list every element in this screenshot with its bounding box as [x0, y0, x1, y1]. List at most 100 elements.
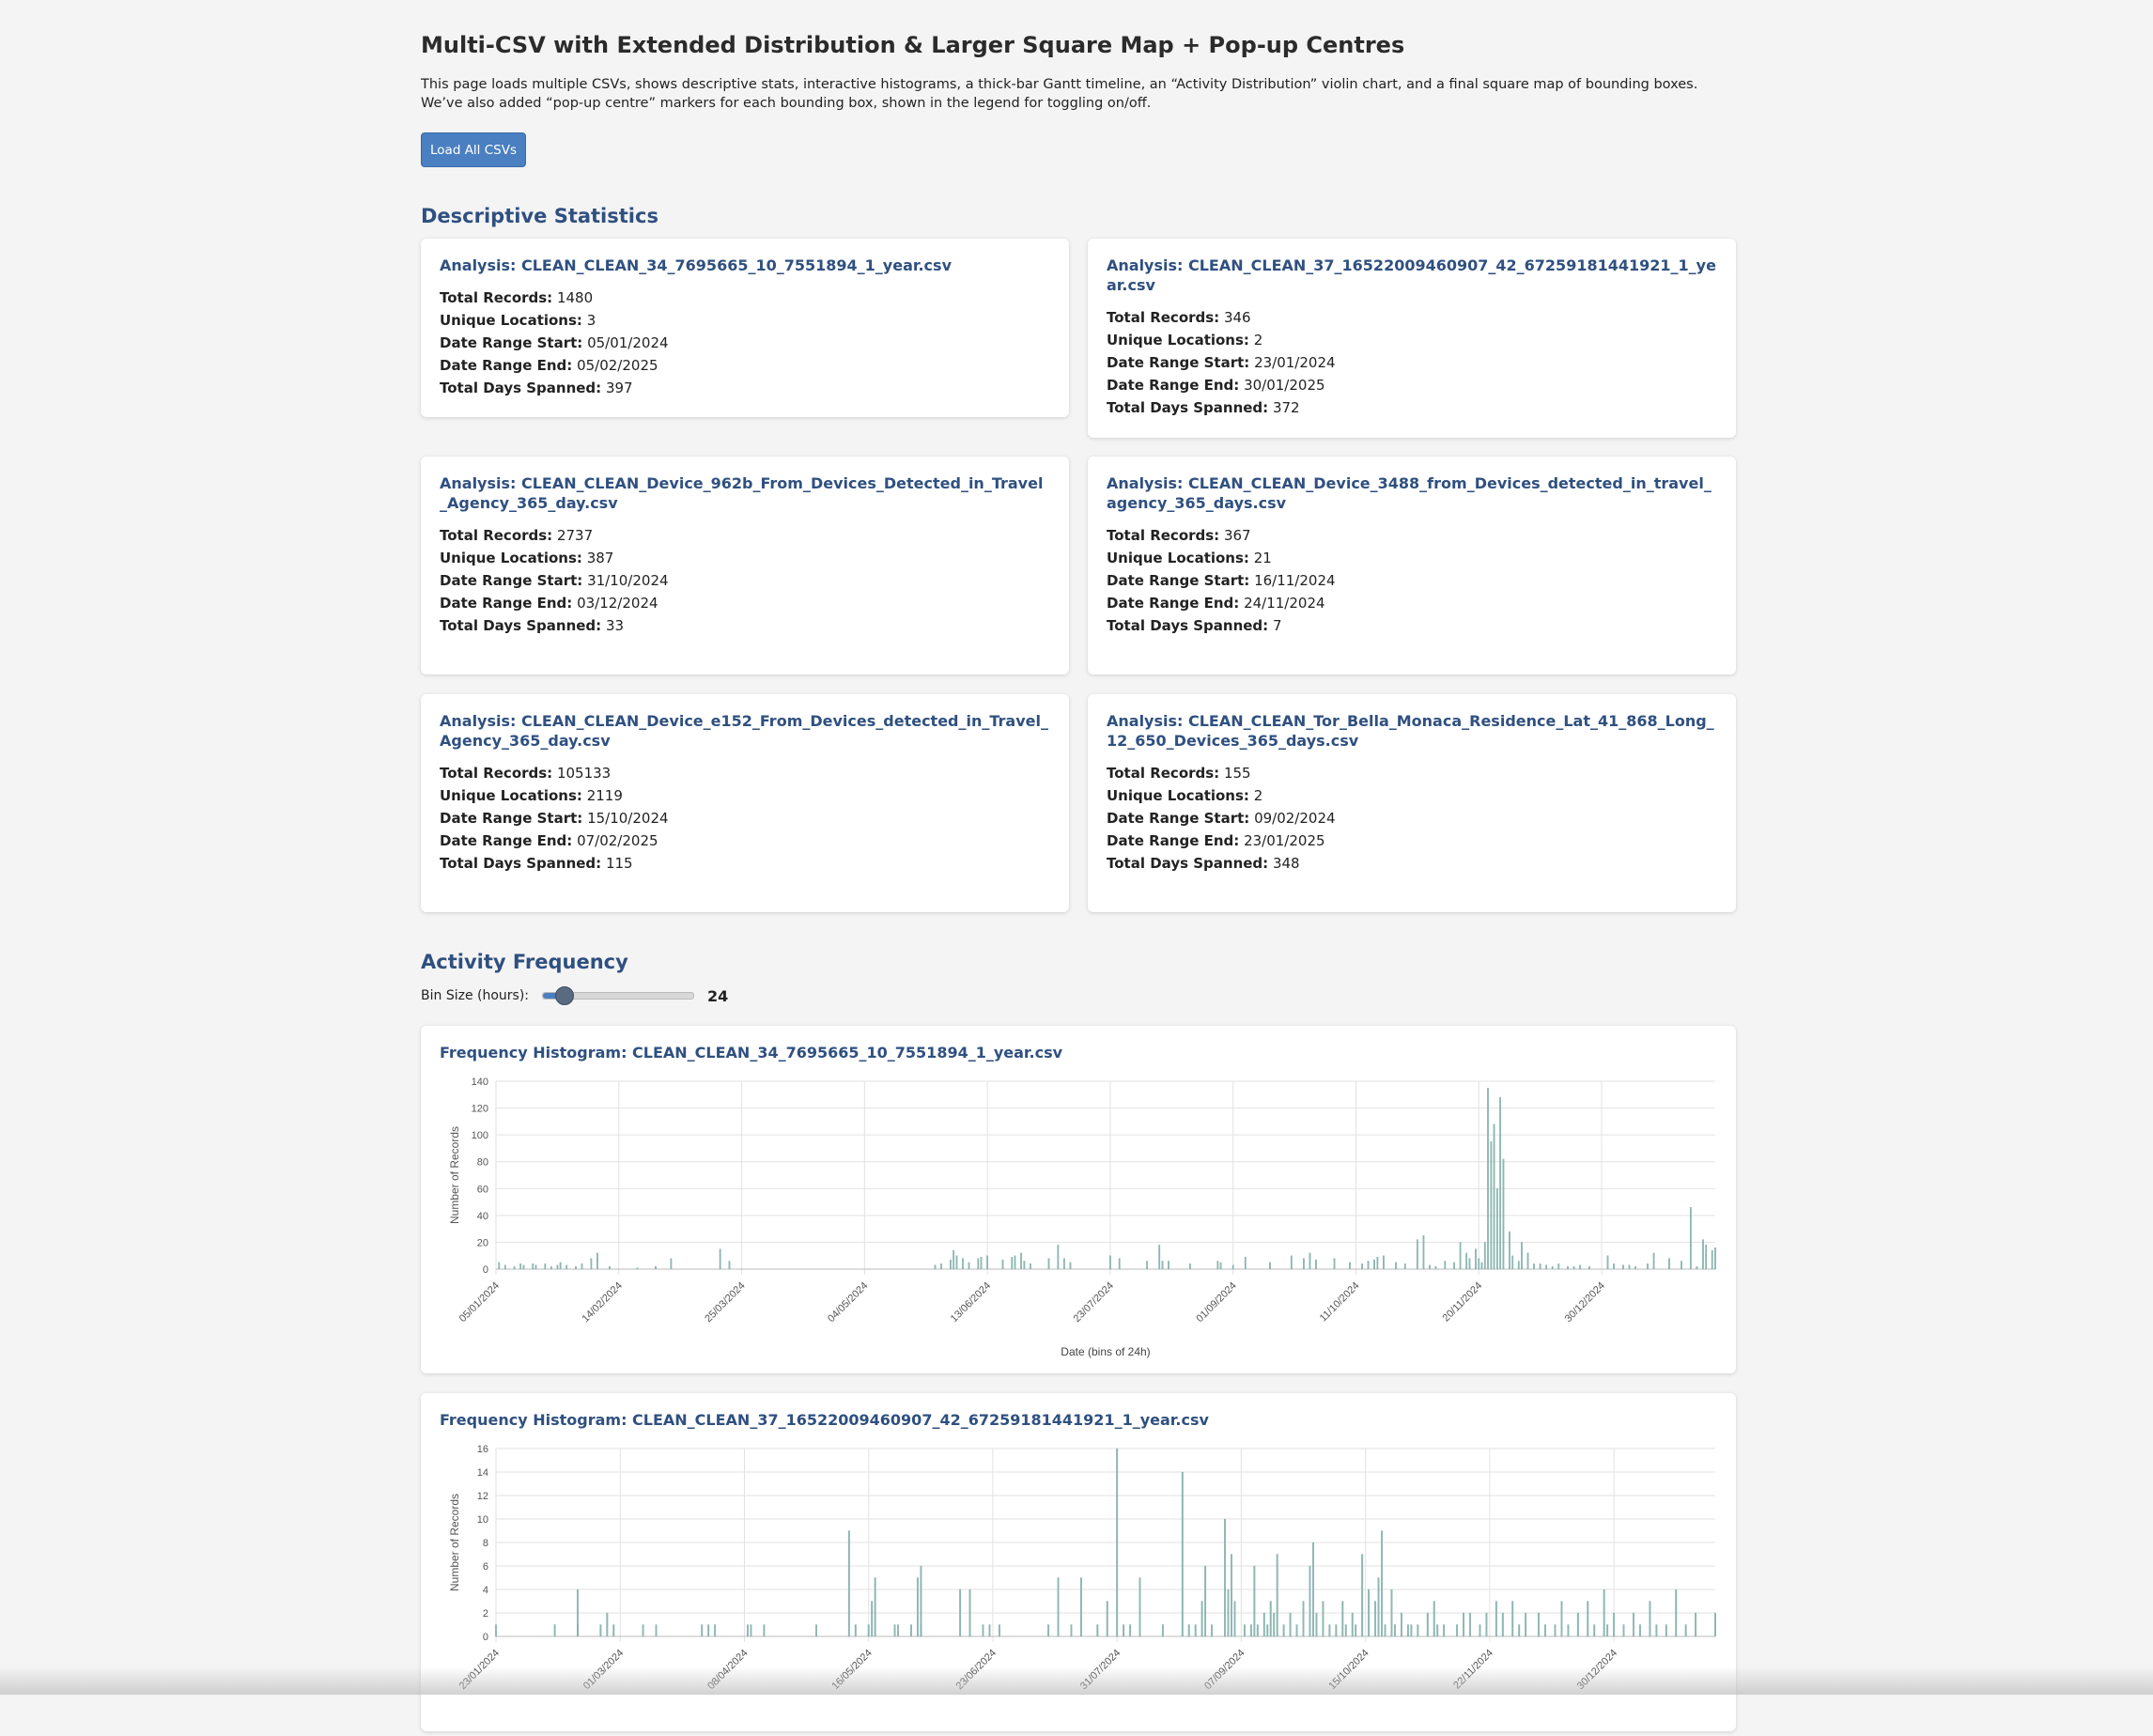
histogram-bar[interactable] — [750, 1624, 752, 1637]
histogram-bar[interactable] — [1020, 1252, 1022, 1270]
histogram-bar[interactable] — [1368, 1589, 1371, 1637]
histogram-bar[interactable] — [968, 1262, 970, 1270]
histogram-bar[interactable] — [1069, 1262, 1072, 1270]
histogram-bar[interactable] — [1502, 1158, 1505, 1270]
histogram-bar[interactable] — [897, 1624, 899, 1637]
histogram-bar[interactable] — [1444, 1261, 1447, 1270]
histogram-bar[interactable] — [1490, 1141, 1493, 1270]
slider-thumb[interactable] — [555, 986, 575, 1005]
histogram-bar[interactable] — [1322, 1601, 1324, 1637]
histogram-bar[interactable] — [1109, 1255, 1111, 1270]
histogram-bar[interactable] — [1479, 1624, 1481, 1637]
histogram-bar[interactable] — [847, 1530, 850, 1637]
histogram-bar[interactable] — [1426, 1612, 1429, 1637]
histogram-bar[interactable] — [1351, 1612, 1354, 1637]
histogram-bar[interactable] — [495, 1624, 497, 1637]
bin-size-slider[interactable] — [542, 986, 695, 1005]
histogram-bar[interactable] — [1266, 1624, 1269, 1637]
histogram-bar[interactable] — [1495, 1601, 1497, 1637]
histogram-bar[interactable] — [1655, 1624, 1658, 1637]
histogram-bar[interactable] — [1269, 1262, 1271, 1270]
histogram-bar[interactable] — [1187, 1624, 1190, 1637]
histogram-bar[interactable] — [1417, 1624, 1419, 1637]
histogram-bar[interactable] — [1714, 1612, 1716, 1637]
histogram-bar[interactable] — [1158, 1245, 1161, 1270]
histogram-bar[interactable] — [596, 1252, 598, 1270]
histogram-bar[interactable] — [1057, 1577, 1060, 1637]
histogram-bar[interactable] — [1463, 1612, 1464, 1637]
histogram-bar[interactable] — [1433, 1601, 1435, 1637]
histogram-bar[interactable] — [728, 1261, 731, 1270]
histogram-bar[interactable] — [636, 1267, 639, 1270]
histogram-bar[interactable] — [1551, 1265, 1554, 1270]
histogram-bar[interactable] — [553, 1624, 556, 1637]
histogram-bar[interactable] — [1465, 1252, 1468, 1270]
histogram-bar[interactable] — [1216, 1261, 1219, 1270]
histogram-bar[interactable] — [1181, 1471, 1184, 1637]
histogram-bar[interactable] — [1652, 1252, 1655, 1270]
histogram-bar[interactable] — [1606, 1255, 1609, 1270]
histogram-bar[interactable] — [1243, 1624, 1246, 1637]
histogram-bar[interactable] — [1511, 1255, 1514, 1270]
histogram-bar[interactable] — [1023, 1261, 1026, 1270]
histogram-bar[interactable] — [1593, 1624, 1596, 1637]
histogram-bar[interactable] — [1282, 1624, 1285, 1637]
histogram-bar[interactable] — [581, 1263, 583, 1270]
histogram-bar[interactable] — [1367, 1261, 1370, 1270]
histogram-bar[interactable] — [1194, 1624, 1197, 1637]
histogram-bar[interactable] — [1606, 1624, 1609, 1637]
histogram-bar[interactable] — [498, 1262, 501, 1270]
histogram-bar[interactable] — [893, 1624, 896, 1637]
histogram-bar[interactable] — [1695, 1612, 1697, 1637]
histogram-bar[interactable] — [714, 1624, 717, 1637]
histogram-bar[interactable] — [532, 1263, 534, 1270]
histogram-bar[interactable] — [1062, 1258, 1065, 1270]
histogram-bar[interactable] — [1335, 1624, 1338, 1637]
histogram-bar[interactable] — [871, 1601, 874, 1637]
histogram-bar[interactable] — [1106, 1601, 1108, 1637]
histogram-bar[interactable] — [1079, 1577, 1082, 1637]
histogram-bar[interactable] — [934, 1264, 937, 1270]
histogram-bar[interactable] — [1118, 1258, 1121, 1270]
histogram-bar[interactable] — [920, 1624, 922, 1637]
histogram-bar[interactable] — [1456, 1624, 1459, 1637]
histogram-bar[interactable] — [867, 1624, 870, 1637]
histogram-bar[interactable] — [1161, 1624, 1164, 1637]
histogram-bar[interactable] — [1579, 1264, 1582, 1270]
histogram-bar[interactable] — [1702, 1239, 1704, 1270]
histogram-bar[interactable] — [986, 1255, 989, 1270]
histogram-bar[interactable] — [556, 1264, 559, 1270]
histogram-bar[interactable] — [1328, 1624, 1331, 1637]
histogram-bar[interactable] — [1341, 1601, 1344, 1637]
histogram-bar[interactable] — [1262, 1612, 1265, 1637]
histogram-bar[interactable] — [513, 1265, 516, 1270]
histogram-bar[interactable] — [1231, 1264, 1234, 1270]
histogram-bar[interactable] — [1315, 1612, 1318, 1637]
histogram-bar[interactable] — [1116, 1448, 1119, 1637]
histogram-bar[interactable] — [1355, 1624, 1357, 1637]
histogram-bar[interactable] — [1231, 1554, 1232, 1637]
histogram-bar[interactable] — [1696, 1265, 1698, 1270]
histogram-bar[interactable] — [1572, 1265, 1575, 1270]
histogram-bar[interactable] — [1613, 1263, 1615, 1270]
histogram-bar[interactable] — [1395, 1262, 1397, 1270]
histogram-bar[interactable] — [577, 1624, 579, 1637]
histogram-bar[interactable] — [959, 1589, 962, 1637]
histogram-bar[interactable] — [1200, 1601, 1203, 1637]
histogram-bar[interactable] — [1361, 1554, 1364, 1637]
load-all-csvs-button[interactable]: Load All CSVs — [421, 132, 526, 167]
histogram-bar[interactable] — [1168, 1261, 1169, 1270]
histogram-bar[interactable] — [1256, 1624, 1259, 1637]
histogram-bar[interactable] — [1469, 1612, 1471, 1637]
histogram-bar[interactable] — [1684, 1624, 1687, 1637]
histogram-bar[interactable] — [1483, 1242, 1486, 1270]
histogram-bar[interactable] — [1269, 1601, 1272, 1637]
histogram-bar[interactable] — [1290, 1255, 1293, 1270]
histogram-bar[interactable] — [503, 1264, 506, 1270]
histogram-bar[interactable] — [1161, 1261, 1164, 1270]
histogram-bar[interactable] — [1544, 1624, 1546, 1637]
histogram-bar[interactable] — [1276, 1554, 1278, 1637]
histogram-bar[interactable] — [747, 1624, 749, 1637]
histogram-bar[interactable] — [910, 1624, 912, 1637]
histogram-bar[interactable] — [1495, 1188, 1498, 1270]
